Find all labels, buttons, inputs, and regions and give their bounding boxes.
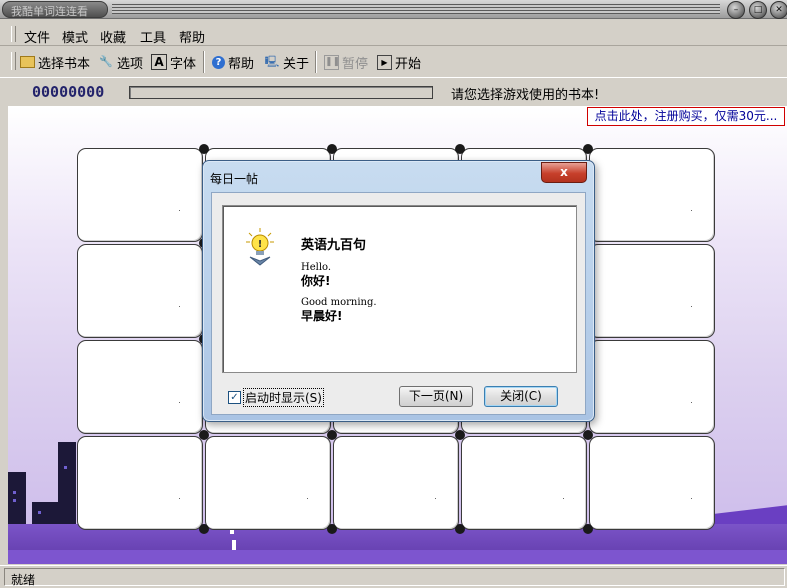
tile[interactable] <box>589 244 715 338</box>
toolbar-separator <box>315 51 317 73</box>
tile-joint <box>327 144 337 154</box>
register-link[interactable]: 点击此处，注册购买，仅需30元... <box>587 107 785 126</box>
menu-grip <box>11 26 16 42</box>
tile[interactable] <box>333 436 459 530</box>
tile[interactable] <box>77 148 203 242</box>
options-label: 选项 <box>117 56 144 72</box>
tile[interactable] <box>77 244 203 338</box>
tile[interactable] <box>205 436 331 530</box>
tile-joint <box>455 524 465 534</box>
title-bar-grip <box>112 4 720 14</box>
tile-joint <box>327 524 337 534</box>
computer-icon: 🖳 <box>264 55 280 68</box>
toolbar: 选择书本 🔧 选项 A 字体 ? 帮助 🖳 关于 ❚❚ 暂停 ▶ 开始 <box>0 46 787 76</box>
toolbar-grip <box>11 52 16 70</box>
score-row: 00000000 请您选择游戏使用的书本! <box>0 77 787 106</box>
building-window <box>38 511 41 514</box>
tile-joint <box>455 430 465 440</box>
start-label: 开始 <box>395 56 422 72</box>
tile-joint <box>199 430 209 440</box>
background-building <box>58 442 76 524</box>
time-progress-bar <box>129 86 433 99</box>
menu-help[interactable]: 帮助 <box>179 27 205 46</box>
pause-button[interactable]: ❚❚ 暂停 <box>324 53 369 72</box>
tile[interactable] <box>589 436 715 530</box>
window-title: 我酷单词连连看 <box>11 5 88 18</box>
tile-joint <box>583 524 593 534</box>
show-on-start-label: 启动时显示(S) <box>243 388 324 407</box>
menu-mode[interactable]: 模式 <box>62 27 88 46</box>
tile-joint <box>583 430 593 440</box>
tile-joint <box>455 144 465 154</box>
tile-joint <box>199 524 209 534</box>
minimize-button[interactable]: – <box>727 1 745 19</box>
status-panel: 就绪 <box>4 568 785 587</box>
status-bar: 就绪 <box>0 565 787 587</box>
pause-icon: ❚❚ <box>324 54 340 70</box>
dialog-close-button[interactable]: x <box>541 162 587 183</box>
tip-chinese-2: 早晨好! <box>301 309 343 323</box>
dialog-body: ! 英语九百句 Hello. 你好! Good morning. 早晨好! ✓ … <box>211 192 586 415</box>
font-icon: A <box>151 54 167 70</box>
daily-tip-dialog: 每日一帖 x ! 英语九百句 Hello. 你好! Good morning. … <box>202 160 595 422</box>
menu-file[interactable]: 文件 <box>24 27 50 46</box>
menu-tools[interactable]: 工具 <box>140 27 166 46</box>
hint-text: 请您选择游戏使用的书本! <box>451 88 600 103</box>
score-value: 00000000 <box>32 83 105 101</box>
building-window <box>13 491 16 494</box>
tile[interactable] <box>589 340 715 434</box>
background-building <box>8 472 26 524</box>
svg-text:!: ! <box>258 239 263 250</box>
wrench-icon: 🔧 <box>99 55 113 68</box>
title-bar: 我酷单词连连看 – □ ✕ <box>0 0 787 19</box>
tile[interactable] <box>461 436 587 530</box>
folder-icon <box>20 56 35 68</box>
tip-heading: 英语九百句 <box>301 238 367 253</box>
tile[interactable] <box>589 148 715 242</box>
lightbulb-icon: ! <box>246 228 274 266</box>
play-icon: ▶ <box>377 54 392 70</box>
tile[interactable] <box>77 340 203 434</box>
background-road <box>8 550 787 564</box>
window-title-pill: 我酷单词连连看 <box>2 1 108 18</box>
help-button[interactable]: ? 帮助 <box>212 53 255 72</box>
next-page-button[interactable]: 下一页(N) <box>399 386 473 407</box>
select-book-button[interactable]: 选择书本 <box>20 53 91 72</box>
road-marking <box>232 540 236 550</box>
toolbar-separator <box>203 51 205 73</box>
about-button[interactable]: 🖳 关于 <box>264 53 310 72</box>
show-on-start-checkbox[interactable]: ✓ <box>228 391 241 404</box>
tile[interactable] <box>77 436 203 530</box>
building-window <box>64 466 67 469</box>
tip-panel: ! 英语九百句 Hello. 你好! Good morning. 早晨好! <box>222 205 577 373</box>
help-label: 帮助 <box>228 56 255 72</box>
maximize-button[interactable]: □ <box>749 1 767 19</box>
select-book-label: 选择书本 <box>38 56 91 72</box>
tip-chinese-1: 你好! <box>301 274 331 288</box>
font-button[interactable]: A 字体 <box>151 53 197 72</box>
about-label: 关于 <box>283 56 310 72</box>
menu-bar: 文件 模式 收藏 工具 帮助 <box>0 23 787 46</box>
dialog-title: 每日一帖 <box>210 172 259 186</box>
tile-joint <box>583 144 593 154</box>
status-text: 就绪 <box>11 573 36 587</box>
close-window-button[interactable]: ✕ <box>770 1 787 19</box>
close-dialog-button[interactable]: 关闭(C) <box>484 386 558 407</box>
building-window <box>13 499 16 502</box>
start-button[interactable]: ▶ 开始 <box>377 53 422 72</box>
font-label: 字体 <box>170 56 197 72</box>
menu-favorites[interactable]: 收藏 <box>100 27 126 46</box>
tile-joint <box>199 144 209 154</box>
tile-joint <box>327 430 337 440</box>
pause-label: 暂停 <box>342 56 369 72</box>
help-icon: ? <box>212 55 225 69</box>
options-button[interactable]: 🔧 选项 <box>98 53 144 72</box>
show-on-start-option[interactable]: ✓ 启动时显示(S) <box>228 388 324 407</box>
